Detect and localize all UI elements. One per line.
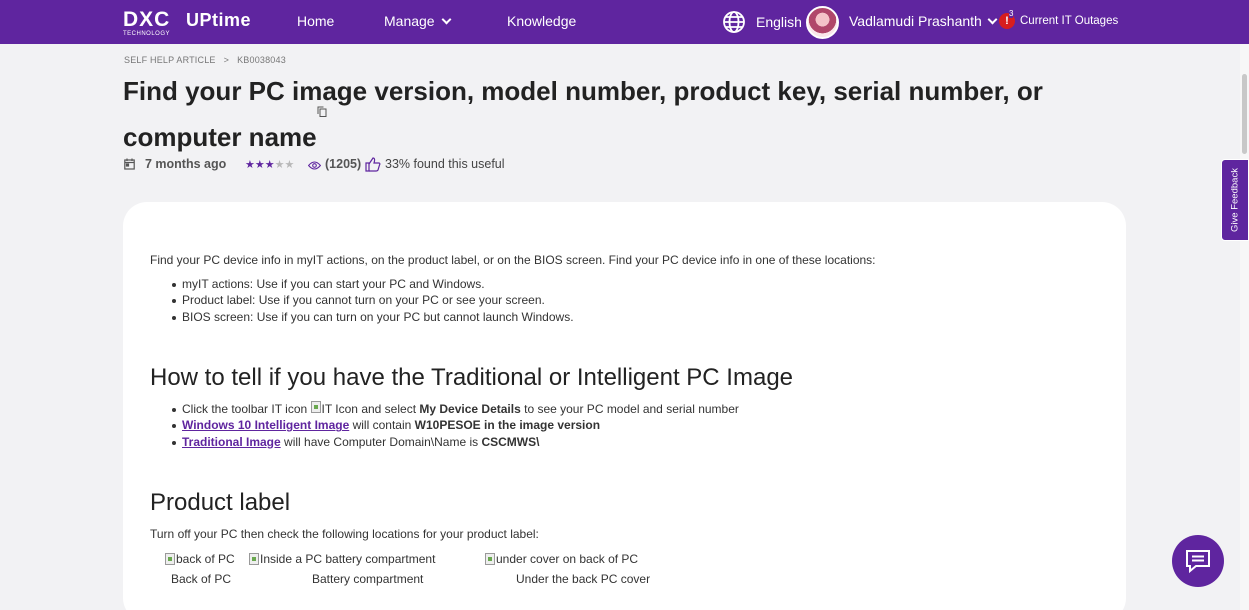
breadcrumb-separator: > [223, 55, 230, 65]
dxc-logo[interactable]: DXC TECHNOLOGY [123, 9, 177, 39]
scrollbar-thumb[interactable] [1242, 74, 1247, 154]
logo-main-text: DXC [123, 8, 171, 31]
locations-list: myIT actions: Use if you can start your … [172, 276, 574, 325]
list-item: BIOS screen: Use if you can turn on your… [172, 309, 574, 324]
list-item: myIT actions: Use if you can start your … [172, 276, 574, 292]
list-item: Traditional Image will have Computer Dom… [172, 434, 739, 450]
image-alt-text: under cover on back of PC [496, 552, 639, 566]
breadcrumb-article-id: KB0038043 [237, 55, 286, 65]
image-type-list: Click the toolbar IT icon IT Icon and se… [172, 401, 739, 450]
eye-icon [308, 161, 321, 170]
chat-bubble-icon [1186, 550, 1210, 574]
rating-filled-stars: ★★★ [245, 159, 275, 171]
list-item: Windows 10 Intelligent Image will contai… [172, 417, 739, 433]
broken-image-icon [485, 553, 495, 565]
product-name[interactable]: UPtime [186, 10, 251, 31]
chevron-down-icon [987, 14, 998, 25]
broken-image-icon [165, 553, 175, 565]
copy-icon[interactable] [317, 106, 327, 117]
page-title-line-1: Find your PC image version, model number… [123, 76, 1043, 106]
current-outages-link[interactable]: Current IT Outages [1020, 15, 1118, 27]
item-bold-text: W10PESOE in the image version [414, 418, 601, 433]
image-back-of-pc: back of PC [165, 552, 235, 566]
image-caption: Back of PC [171, 572, 232, 586]
user-name: Vadlamudi Prashanth [849, 13, 982, 29]
traditional-image-link[interactable]: Traditional Image [182, 435, 281, 449]
it-icon-alt-text: IT Icon [321, 402, 358, 416]
alert-count-badge: 3 [1009, 9, 1014, 18]
page-title-line-2: computer name [123, 122, 317, 152]
nav-knowledge[interactable]: Knowledge [507, 13, 576, 29]
section-heading-product-label: Product label [150, 489, 291, 516]
give-feedback-tab[interactable]: Give Feedback [1221, 159, 1249, 241]
item-text: will have Computer Domain\Name is [284, 434, 479, 449]
useful-percentage: 33% found this useful [385, 157, 505, 171]
view-count: (1205) [325, 157, 362, 171]
article-intro: Find your PC device info in myIT actions… [150, 253, 876, 267]
product-label-intro: Turn off your PC then check the followin… [150, 527, 539, 541]
item-text: Click the toolbar IT icon [182, 402, 308, 416]
calendar-icon [124, 158, 135, 170]
chevron-down-icon [441, 14, 452, 25]
globe-icon[interactable] [722, 10, 746, 34]
broken-image-icon [249, 553, 259, 565]
image-under-cover: under cover on back of PC [485, 552, 638, 566]
broken-image-icon [310, 401, 321, 413]
item-bold-text: CSCMWS\ [481, 434, 540, 449]
logo-sub-text: TECHNOLOGY [123, 31, 171, 37]
user-menu[interactable]: Vadlamudi Prashanth [849, 13, 998, 29]
windows-10-intelligent-image-link[interactable]: Windows 10 Intelligent Image [182, 418, 349, 432]
breadcrumb-section[interactable]: SELF HELP ARTICLE [124, 55, 216, 65]
image-battery-compartment: Inside a PC battery compartment [249, 552, 435, 566]
star-rating[interactable]: ★★★★★ [245, 158, 294, 171]
list-item: Click the toolbar IT icon IT Icon and se… [172, 401, 739, 417]
page-title: Find your PC image version, model number… [123, 68, 1083, 160]
image-alt-text: Inside a PC battery compartment [260, 552, 436, 566]
image-caption: Under the back PC cover [516, 572, 651, 586]
item-text: will contain [352, 418, 412, 433]
item-text: to see your PC model and serial number [524, 402, 739, 416]
thumbs-up-icon[interactable] [365, 156, 381, 172]
give-feedback-label: Give Feedback [1229, 168, 1241, 232]
nav-home[interactable]: Home [297, 13, 334, 29]
language-selector[interactable]: English [756, 14, 802, 30]
item-bold-text: My Device Details [419, 402, 521, 416]
image-caption: Battery compartment [312, 572, 424, 586]
rating-empty-stars: ★★ [274, 159, 295, 171]
breadcrumb: SELF HELP ARTICLE > KB0038043 [124, 55, 294, 65]
avatar[interactable] [806, 6, 839, 39]
section-heading-image-type: How to tell if you have the Traditional … [150, 364, 794, 391]
item-text: and select [361, 402, 417, 416]
list-item: Product label: Use if you cannot turn on… [172, 292, 574, 308]
article-age: 7 months ago [145, 157, 227, 171]
nav-manage[interactable]: Manage [384, 13, 452, 29]
image-alt-text: back of PC [176, 552, 235, 566]
top-navigation-bar: DXC TECHNOLOGY UPtime Home Manage Knowle… [0, 0, 1249, 44]
chat-button[interactable] [1172, 535, 1224, 587]
nav-manage-label: Manage [384, 13, 435, 29]
